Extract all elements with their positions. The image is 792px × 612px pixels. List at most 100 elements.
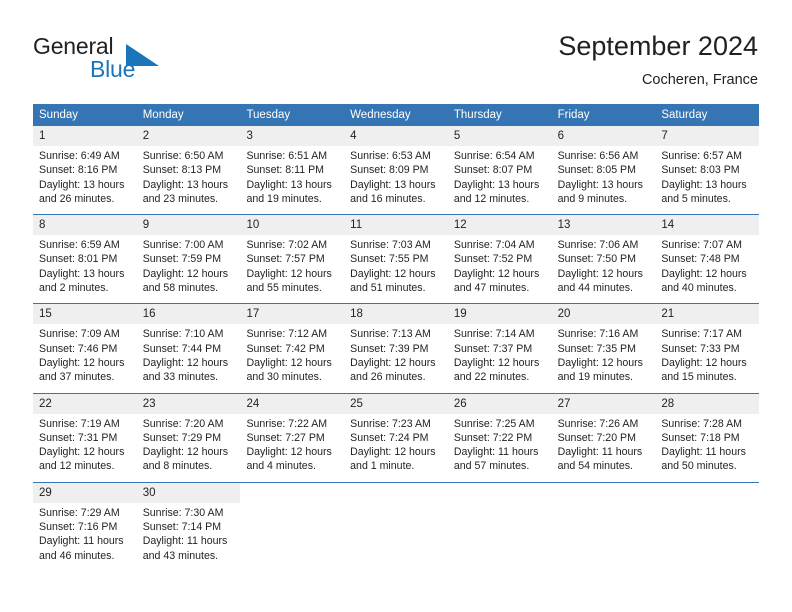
- brand-logo[interactable]: General Blue: [33, 33, 243, 91]
- daylight-text: Daylight: 13 hours and 19 minutes.: [246, 178, 332, 205]
- day-cell[interactable]: 19 Sunrise: 7:14 AM Sunset: 7:37 PM Dayl…: [447, 304, 552, 393]
- daylight-text: Daylight: 13 hours and 9 minutes.: [557, 178, 643, 205]
- day-number: 25: [344, 393, 448, 414]
- daylight-text: Daylight: 11 hours and 57 minutes.: [453, 446, 539, 473]
- day-cell[interactable]: 30 Sunrise: 7:30 AM Sunset: 7:14 PM Dayl…: [136, 482, 241, 571]
- day-details: Sunrise: 7:26 AM Sunset: 7:20 PM Dayligh…: [552, 414, 656, 482]
- day-cell[interactable]: 14 Sunrise: 7:07 AM Sunset: 7:48 PM Dayl…: [655, 215, 760, 304]
- day-number: 6: [551, 126, 656, 146]
- sunset-text: Sunset: 8:11 PM: [246, 164, 324, 177]
- daylight-text: Daylight: 12 hours and 37 minutes.: [39, 356, 125, 384]
- day-cell[interactable]: 7 Sunrise: 6:57 AM Sunset: 8:03 PM Dayli…: [655, 126, 760, 215]
- day-details: Sunrise: 7:28 AM Sunset: 7:18 PM Dayligh…: [655, 414, 759, 482]
- sunset-text: Sunset: 7:37 PM: [453, 342, 533, 355]
- sunset-text: Sunset: 7:50 PM: [557, 253, 636, 266]
- day-cell[interactable]: 11 Sunrise: 7:03 AM Sunset: 7:55 PM Dayl…: [344, 215, 448, 304]
- daylight-text: Daylight: 13 hours and 16 minutes.: [350, 178, 436, 205]
- day-number: 12: [447, 215, 552, 236]
- sunset-text: Sunset: 7:29 PM: [142, 431, 222, 444]
- sunset-text: Sunset: 7:42 PM: [246, 342, 325, 355]
- sunset-text: Sunset: 7:59 PM: [142, 253, 222, 266]
- day-cell[interactable]: 25 Sunrise: 7:23 AM Sunset: 7:24 PM Dayl…: [344, 393, 448, 482]
- day-cell[interactable]: 17 Sunrise: 7:12 AM Sunset: 7:42 PM Dayl…: [240, 304, 345, 393]
- day-cell[interactable]: 4 Sunrise: 6:53 AM Sunset: 8:09 PM Dayli…: [344, 126, 448, 215]
- day-cell[interactable]: 5 Sunrise: 6:54 AM Sunset: 8:07 PM Dayli…: [447, 126, 552, 215]
- sunset-text: Sunset: 7:44 PM: [142, 342, 222, 355]
- sunset-text: Sunset: 7:27 PM: [246, 431, 325, 444]
- day-number: 14: [655, 215, 760, 236]
- day-cell[interactable]: 22 Sunrise: 7:19 AM Sunset: 7:31 PM Dayl…: [33, 393, 137, 482]
- day-details: Sunrise: 7:06 AM Sunset: 7:50 PM Dayligh…: [552, 235, 656, 303]
- day-number: 3: [240, 126, 345, 146]
- day-cell[interactable]: 24 Sunrise: 7:22 AM Sunset: 7:27 PM Dayl…: [240, 393, 345, 482]
- sunset-text: Sunset: 7:55 PM: [350, 253, 429, 266]
- day-cell[interactable]: 8 Sunrise: 6:59 AM Sunset: 8:01 PM Dayli…: [33, 215, 137, 304]
- sunset-text: Sunset: 8:05 PM: [557, 164, 636, 177]
- day-cell[interactable]: 3 Sunrise: 6:51 AM Sunset: 8:11 PM Dayli…: [240, 126, 345, 215]
- day-cell[interactable]: 2 Sunrise: 6:50 AM Sunset: 8:13 PM Dayli…: [136, 126, 241, 215]
- calendar-grid: Sunday Monday Tuesday Wednesday Thursday…: [33, 104, 760, 571]
- day-cell[interactable]: 27 Sunrise: 7:26 AM Sunset: 7:20 PM Dayl…: [551, 393, 656, 482]
- day-number: [344, 482, 448, 503]
- sunrise-text: Sunrise: 6:59 AM: [39, 239, 120, 252]
- day-cell[interactable]: 28 Sunrise: 7:28 AM Sunset: 7:18 PM Dayl…: [655, 393, 760, 482]
- sunrise-text: Sunrise: 6:50 AM: [142, 150, 224, 162]
- day-number: [240, 482, 345, 503]
- daylight-text: Daylight: 12 hours and 47 minutes.: [453, 267, 540, 295]
- sunrise-text: Sunrise: 7:13 AM: [350, 328, 431, 341]
- sunrise-text: Sunrise: 7:19 AM: [39, 417, 120, 430]
- brand-name-blue: Blue: [90, 56, 136, 82]
- day-cell[interactable]: 12 Sunrise: 7:04 AM Sunset: 7:52 PM Dayl…: [447, 215, 552, 304]
- day-cell[interactable]: 6 Sunrise: 6:56 AM Sunset: 8:05 PM Dayli…: [551, 126, 656, 215]
- sunrise-text: Sunrise: 6:54 AM: [453, 150, 535, 162]
- calendar-page: General Blue September 2024 Cocheren, Fr…: [0, 0, 792, 612]
- day-cell[interactable]: 13 Sunrise: 7:06 AM Sunset: 7:50 PM Dayl…: [551, 215, 656, 304]
- day-details: Sunrise: 6:49 AM Sunset: 8:16 PM Dayligh…: [33, 146, 137, 214]
- day-number: 11: [344, 215, 448, 236]
- day-cell[interactable]: 21 Sunrise: 7:17 AM Sunset: 7:33 PM Dayl…: [655, 304, 760, 393]
- daylight-text: Daylight: 12 hours and 19 minutes.: [557, 356, 643, 384]
- sunset-text: Sunset: 7:48 PM: [661, 253, 740, 266]
- day-details: [240, 503, 344, 514]
- location-subtitle: Cocheren, France: [641, 72, 758, 88]
- day-number: 2: [136, 126, 241, 146]
- day-cell-empty: [447, 482, 552, 571]
- sunset-text: Sunset: 7:52 PM: [453, 253, 533, 266]
- sunrise-text: Sunrise: 7:17 AM: [661, 328, 742, 341]
- weekday-header-friday: Friday: [557, 109, 590, 121]
- day-number: 13: [551, 215, 656, 236]
- day-number: 8: [33, 215, 137, 236]
- daylight-text: Daylight: 12 hours and 15 minutes.: [661, 356, 747, 384]
- weekday-header-sunday: Sunday: [39, 109, 79, 121]
- day-cell[interactable]: 23 Sunrise: 7:20 AM Sunset: 7:29 PM Dayl…: [136, 393, 241, 482]
- day-cell[interactable]: 18 Sunrise: 7:13 AM Sunset: 7:39 PM Dayl…: [344, 304, 448, 393]
- day-cell[interactable]: 10 Sunrise: 7:02 AM Sunset: 7:57 PM Dayl…: [240, 215, 345, 304]
- day-details: Sunrise: 7:29 AM Sunset: 7:16 PM Dayligh…: [33, 503, 137, 571]
- day-cell[interactable]: 29 Sunrise: 7:29 AM Sunset: 7:16 PM Dayl…: [33, 482, 137, 571]
- daylight-text: Daylight: 11 hours and 46 minutes.: [39, 535, 124, 562]
- sunrise-text: Sunrise: 7:30 AM: [142, 506, 224, 519]
- day-cell[interactable]: 1 Sunrise: 6:49 AM Sunset: 8:16 PM Dayli…: [33, 126, 137, 215]
- day-details: Sunrise: 6:57 AM Sunset: 8:03 PM Dayligh…: [655, 146, 759, 214]
- daylight-text: Daylight: 12 hours and 26 minutes.: [350, 356, 436, 384]
- sunset-text: Sunset: 8:16 PM: [39, 164, 118, 177]
- day-cell[interactable]: 15 Sunrise: 7:09 AM Sunset: 7:46 PM Dayl…: [33, 304, 137, 393]
- day-details: Sunrise: 7:19 AM Sunset: 7:31 PM Dayligh…: [33, 414, 137, 482]
- day-number: 1: [33, 126, 137, 146]
- week-row: 1 Sunrise: 6:49 AM Sunset: 8:16 PM Dayli…: [33, 126, 760, 215]
- day-number: 15: [33, 304, 137, 325]
- day-cell[interactable]: 26 Sunrise: 7:25 AM Sunset: 7:22 PM Dayl…: [447, 393, 552, 482]
- day-cell-empty: [551, 482, 656, 571]
- sunrise-text: Sunrise: 7:14 AM: [453, 328, 535, 341]
- sunset-text: Sunset: 7:31 PM: [39, 431, 118, 444]
- day-cell[interactable]: 16 Sunrise: 7:10 AM Sunset: 7:44 PM Dayl…: [136, 304, 241, 393]
- day-cell[interactable]: 20 Sunrise: 7:16 AM Sunset: 7:35 PM Dayl…: [551, 304, 656, 393]
- day-details: Sunrise: 7:12 AM Sunset: 7:42 PM Dayligh…: [240, 324, 344, 392]
- sunrise-text: Sunrise: 7:22 AM: [246, 417, 328, 430]
- sunrise-text: Sunrise: 6:56 AM: [557, 150, 639, 162]
- day-cell[interactable]: 9 Sunrise: 7:00 AM Sunset: 7:59 PM Dayli…: [136, 215, 241, 304]
- day-details: Sunrise: 7:22 AM Sunset: 7:27 PM Dayligh…: [240, 414, 344, 482]
- day-details: Sunrise: 6:53 AM Sunset: 8:09 PM Dayligh…: [344, 146, 448, 214]
- day-number: 20: [551, 304, 656, 325]
- sunrise-text: Sunrise: 6:53 AM: [350, 150, 431, 162]
